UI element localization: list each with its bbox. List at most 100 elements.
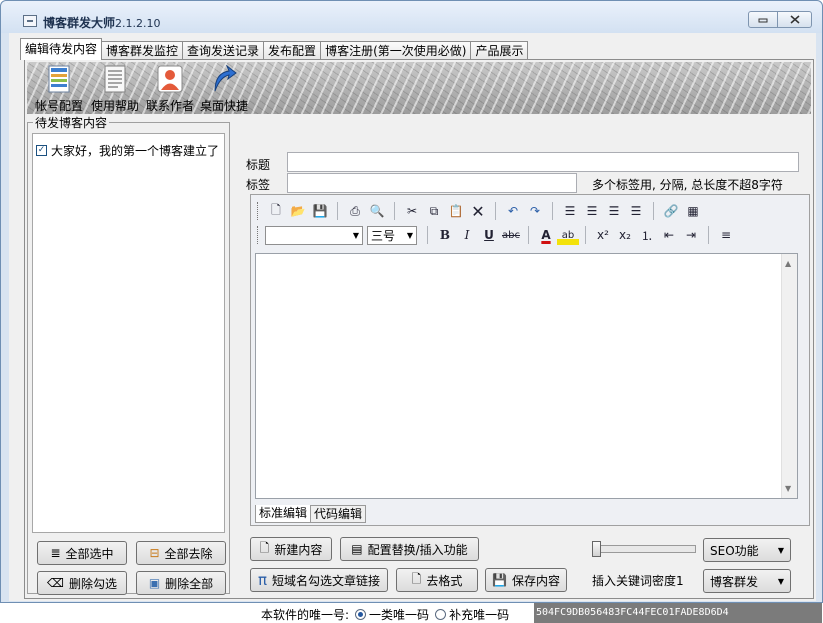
print-preview-icon[interactable]: 🔍 xyxy=(366,201,388,221)
hyperlink-icon[interactable]: 🔗 xyxy=(660,201,682,221)
new-doc-icon[interactable]: 🗋 xyxy=(265,201,287,221)
paste-icon[interactable]: 📋 xyxy=(445,201,467,221)
short-domain-label: 短域名勾选文章链接 xyxy=(272,573,381,588)
keyword-density-slider[interactable] xyxy=(592,541,696,557)
item-checkbox[interactable]: ✓ xyxy=(36,145,47,156)
window-controls xyxy=(748,11,812,28)
radio-type1-code[interactable] xyxy=(355,609,367,620)
tab-standard-edit[interactable]: 标准编辑 xyxy=(255,505,312,523)
open-folder-icon[interactable]: 📂 xyxy=(287,201,309,221)
toolbar-desktop-shortcut[interactable]: 桌面快捷 xyxy=(200,64,248,114)
seo-button[interactable]: SEO功能 ▼ xyxy=(703,538,791,562)
underline-icon[interactable]: U xyxy=(478,225,500,245)
numbered-list-icon[interactable]: ⒈ xyxy=(636,225,658,245)
radio-supplement-code[interactable] xyxy=(435,609,447,620)
align-left-icon[interactable]: ☰ xyxy=(559,201,581,221)
tab-blog-register[interactable]: 博客注册(第一次使用必做) xyxy=(320,41,472,60)
toolbar-separator xyxy=(495,202,496,220)
delete-all-label: 删除全部 xyxy=(165,576,214,591)
toolbar-account-config[interactable]: 帐号配置 xyxy=(35,64,83,114)
tag-hint: 多个标签用, 分隔, 总长度不超8字符 xyxy=(592,178,783,192)
short-domain-button[interactable]: π 短域名勾选文章链接 xyxy=(250,568,388,592)
align-right-icon[interactable]: ☰ xyxy=(603,201,625,221)
toolbar-contact[interactable]: 联系作者 xyxy=(146,64,194,114)
delete-checked-button[interactable]: ⌫ 删除勾选 xyxy=(37,571,127,595)
tab-send-records[interactable]: 查询发送记录 xyxy=(182,41,265,60)
undo-icon[interactable]: ↶ xyxy=(502,201,524,221)
subscript-icon[interactable]: x₂ xyxy=(614,225,636,245)
radio-supplement-label: 补充唯一码 xyxy=(449,608,510,622)
tab-publish-config[interactable]: 发布配置 xyxy=(263,41,322,60)
copy-icon[interactable]: ⧉ xyxy=(423,201,445,221)
delete-checked-label: 删除勾选 xyxy=(68,576,117,591)
strikethrough-icon[interactable]: abc xyxy=(500,225,522,245)
editor-scrollbar[interactable]: ▲ ▼ xyxy=(781,254,797,498)
bullet-list-icon[interactable]: ≡ xyxy=(715,225,737,245)
tool-band: 帐号配置 使用帮助 联系作者 桌面快捷 xyxy=(27,62,811,114)
unselect-all-button[interactable]: ⊟ 全部去除 xyxy=(136,541,226,565)
new-doc-icon: 🗋 xyxy=(259,540,270,555)
blog-send-label: 博客群发 xyxy=(710,574,759,589)
align-center-icon[interactable]: ☰ xyxy=(581,201,603,221)
save-icon[interactable]: 💾 xyxy=(309,201,331,221)
title-bar: 博客群发大师2.1.2.10 xyxy=(1,1,822,33)
delete-icon[interactable]: ✕ xyxy=(467,201,489,221)
indent-icon[interactable]: ⇥ xyxy=(680,225,702,245)
title-input[interactable] xyxy=(287,152,799,172)
tab-code-edit[interactable]: 代码编辑 xyxy=(310,505,367,523)
font-size-select[interactable]: 三号 ▼ xyxy=(367,225,417,245)
font-color-icon[interactable]: A xyxy=(535,225,557,245)
pending-content-list[interactable]: ✓ 大家好，我的第一个博客建立了 xyxy=(32,133,225,533)
pi-icon: π xyxy=(257,571,267,589)
new-content-button[interactable]: 🗋 新建内容 xyxy=(250,537,332,561)
save-content-button[interactable]: 💾 保存内容 xyxy=(485,568,567,592)
redo-icon[interactable]: ↷ xyxy=(524,201,546,221)
outdent-icon[interactable]: ⇤ xyxy=(658,225,680,245)
toolbar-separator xyxy=(427,226,428,244)
page-icon: 🗋 xyxy=(411,571,422,586)
select-all-button[interactable]: ≣ 全部选中 xyxy=(37,541,127,565)
minimize-button[interactable] xyxy=(748,11,778,28)
eraser-icon: ⌫ xyxy=(47,576,64,590)
scroll-up-icon[interactable]: ▲ xyxy=(785,259,791,268)
highlight-icon[interactable]: ab xyxy=(557,225,579,245)
editor-content-area[interactable]: ▲ ▼ xyxy=(255,253,798,499)
editor-mode-tabs: 标准编辑 代码编辑 xyxy=(255,505,367,523)
window-menu-icon[interactable] xyxy=(23,15,37,27)
radio-type1-label: 一类唯一码 xyxy=(369,608,430,622)
align-justify-icon[interactable]: ☰ xyxy=(625,201,647,221)
unique-code-field[interactable]: 504FC9DB056483FC44FEC01FADE8D6D4 xyxy=(534,603,822,623)
list-item[interactable]: ✓ 大家好，我的第一个博客建立了 xyxy=(36,142,219,159)
toolbar-help[interactable]: 使用帮助 xyxy=(91,64,139,114)
tab-send-monitor[interactable]: 博客群发监控 xyxy=(101,41,184,60)
tab-product-show[interactable]: 产品展示 xyxy=(470,41,529,60)
blog-send-button[interactable]: 博客群发 ▼ xyxy=(703,569,791,593)
tag-input[interactable] xyxy=(287,173,577,193)
delete-all-button[interactable]: ▣ 删除全部 xyxy=(136,571,226,595)
close-button[interactable] xyxy=(778,11,812,28)
table-icon[interactable]: ▦ xyxy=(682,201,704,221)
dropdown-arrow-icon: ▼ xyxy=(777,545,784,555)
unselect-all-label: 全部去除 xyxy=(164,546,213,561)
remove-format-button[interactable]: 🗋 去格式 xyxy=(396,568,478,592)
select-all-label: 全部选中 xyxy=(65,546,114,561)
desktop-shortcut-icon xyxy=(210,64,238,94)
italic-icon[interactable]: I xyxy=(456,225,478,245)
select-all-icon: ≣ xyxy=(50,546,61,560)
seo-label: SEO功能 xyxy=(710,543,759,558)
slider-thumb[interactable] xyxy=(592,541,601,557)
toolbar-separator xyxy=(394,202,395,220)
scroll-down-icon[interactable]: ▼ xyxy=(785,484,791,493)
bold-icon[interactable]: B xyxy=(434,225,456,245)
superscript-icon[interactable]: x² xyxy=(592,225,614,245)
toolbar-label: 使用帮助 xyxy=(91,99,140,113)
tab-edit-content[interactable]: 编辑待发内容 xyxy=(20,38,103,60)
chevron-down-icon: ▼ xyxy=(352,230,359,240)
font-name-select[interactable]: ▼ xyxy=(265,225,363,245)
help-document-icon xyxy=(101,64,129,94)
config-replace-button[interactable]: ▤ 配置替换/插入功能 xyxy=(340,537,479,561)
save-icon: 💾 xyxy=(492,573,507,587)
app-window: 博客群发大师2.1.2.10 编辑待发内容 博客群发监控 查询发送记录 发布配置… xyxy=(0,0,823,623)
cut-icon[interactable]: ✂ xyxy=(401,201,423,221)
print-icon[interactable]: ⎙ xyxy=(344,201,366,221)
